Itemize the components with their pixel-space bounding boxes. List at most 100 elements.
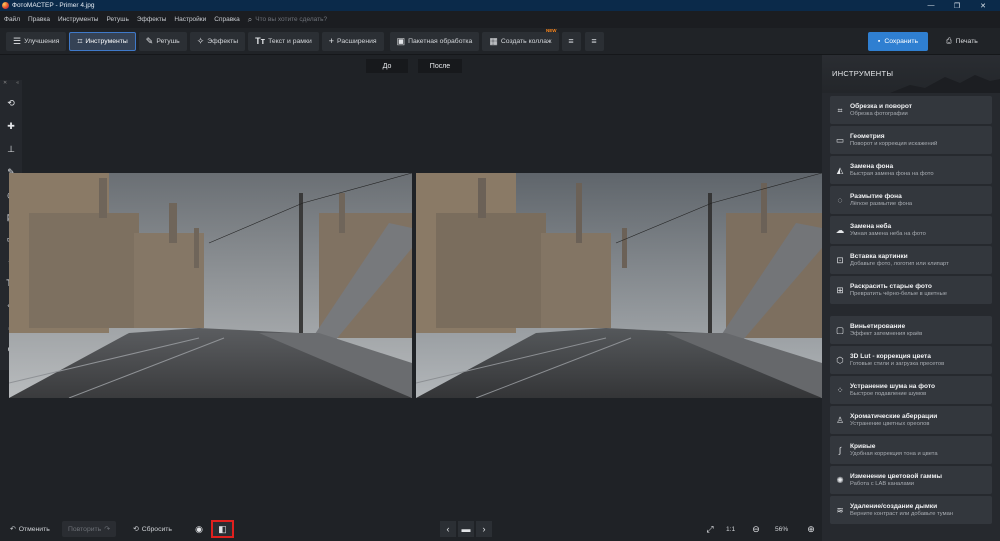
tab-tools[interactable]: ⌗ Инструменты <box>69 31 136 51</box>
text-icon: Tт <box>255 36 266 46</box>
tab-enhancements[interactable]: ☰ Улучшения <box>6 31 67 51</box>
tool-card-denoise[interactable]: ⁘ Устранение шума на фото Быстрое подавле… <box>830 376 992 404</box>
close-button[interactable]: ✕ <box>970 0 996 11</box>
chevron-left-icon: ‹ <box>446 524 450 534</box>
tab-label: Текст и рамки <box>268 37 312 45</box>
rotate-tool-icon[interactable]: ⟲ <box>2 94 20 112</box>
save-label: Сохранить <box>884 38 919 45</box>
fit-screen-button[interactable]: ⤢ <box>702 521 718 537</box>
history-remove-button[interactable]: ≡ <box>584 31 604 51</box>
tool-title: Размытие фона <box>850 193 902 200</box>
reset-label: Сбросить <box>141 525 172 533</box>
app-window: ФотоМАСТЕР - Primer 4.jpg — ❐ ✕ Файл Пра… <box>0 0 1000 541</box>
tool-title: Виньетирование <box>850 323 906 330</box>
crop-icon: ⌗ <box>837 104 843 115</box>
preview-eye-button[interactable]: ◉ <box>191 521 207 537</box>
tab-extensions[interactable]: + Расширения <box>321 31 384 51</box>
menu-help[interactable]: Справка <box>210 16 244 23</box>
lut-cube-icon: ⬡ <box>836 354 844 365</box>
tool-card-curves[interactable]: ∫ Кривые Удобная коррекция тона и цвета <box>830 436 992 464</box>
menu-retouch[interactable]: Ретушь <box>102 16 132 23</box>
tool-title: Раскрасить старые фото <box>850 283 932 290</box>
tool-desc: Готовые стили и загрузка пресетов <box>850 361 945 367</box>
print-button[interactable]: ⎙ Печать <box>934 32 990 51</box>
compare-split-icon: ◧ <box>218 523 227 534</box>
tool-desc: Поворот и коррекция искажений <box>850 141 938 147</box>
menu-effects[interactable]: Эффекты <box>133 16 171 23</box>
collapse-strip-icon[interactable]: « <box>16 80 19 90</box>
zoom-out-button[interactable]: ⊖ <box>748 521 764 537</box>
save-button[interactable]: ▪ Сохранить <box>868 32 928 51</box>
menu-file[interactable]: Файл <box>0 16 24 23</box>
search-input[interactable] <box>255 16 376 23</box>
menu-edit[interactable]: Правка <box>24 16 54 23</box>
printer-icon: ⎙ <box>946 37 952 45</box>
minimize-button[interactable]: — <box>918 0 944 11</box>
menu-bar: Файл Правка Инструменты Ретушь Эффекты Н… <box>0 11 1000 28</box>
tool-card-background-replace[interactable]: ◭ Замена фона Быстрая замена фона на фото <box>830 156 992 184</box>
chevron-right-icon: › <box>482 524 486 534</box>
tool-title: Геометрия <box>850 133 885 140</box>
undo-button[interactable]: ↶ Отменить <box>4 521 56 537</box>
tool-card-3d-lut[interactable]: ⬡ 3D Lut - коррекция цвета Готовые стили … <box>830 346 992 374</box>
redo-button[interactable]: Повторить ↷ <box>62 521 116 537</box>
tool-card-aberration[interactable]: ♙ Хроматические аберрации Устранение цвет… <box>830 406 992 434</box>
tools-panel-header: ИНСТРУМЕНТЫ <box>822 55 1000 93</box>
menu-settings[interactable]: Настройки <box>170 16 210 23</box>
create-collage-button[interactable]: ▦ Создать коллаж NEW <box>482 28 559 51</box>
zoom-in-button[interactable]: ⊕ <box>803 521 819 537</box>
compare-view-button[interactable]: ◧ <box>211 520 234 538</box>
tools-panel: ИНСТРУМЕНТЫ ⌗ Обрезка и поворот Обрезка ф… <box>822 55 1000 541</box>
crop-icon: ⌗ <box>77 35 83 46</box>
haze-icon: ≋ <box>836 504 844 515</box>
stamp-tool-icon[interactable]: ⊥ <box>2 140 20 158</box>
reset-icon: ⟲ <box>133 526 139 533</box>
tool-title: Устранение шума на фото <box>850 383 936 390</box>
palette-icon: ✺ <box>836 474 844 485</box>
next-image-button[interactable]: › <box>476 521 492 537</box>
close-strip-icon[interactable]: ✕ <box>3 80 7 90</box>
tab-text-frames[interactable]: Tт Текст и рамки <box>248 31 319 51</box>
window-controls: — ❐ ✕ <box>918 0 996 11</box>
tool-card-insert-image[interactable]: ⊡ Вставка картинки Добавьте фото, логотип… <box>830 246 992 274</box>
tool-card-geometry[interactable]: ▭ Геометрия Поворот и коррекция искажений <box>830 126 992 154</box>
redo-label: Повторить <box>68 525 102 533</box>
tab-label: Эффекты <box>207 37 239 45</box>
bandage-tool-icon[interactable]: ✚ <box>2 117 20 135</box>
reset-button[interactable]: ⟲ Сбросить <box>127 521 178 537</box>
prev-image-button[interactable]: ‹ <box>440 521 456 537</box>
after-label: После <box>418 59 462 73</box>
canvas-area: До После <box>9 55 822 517</box>
tab-effects[interactable]: ✧ Эффекты <box>189 31 246 51</box>
redo-icon: ↷ <box>104 526 110 533</box>
tool-desc: Верните контраст или добавьте туман <box>850 511 953 517</box>
tool-card-sky[interactable]: ☁ Замена неба Умная замена неба на фото <box>830 216 992 244</box>
brush-icon: ✎ <box>145 35 154 46</box>
after-image[interactable] <box>416 173 822 398</box>
tool-card-colorize[interactable]: ⊞ Раскрасить старые фото Превратить чёрно… <box>830 276 992 304</box>
before-image[interactable] <box>9 173 412 398</box>
tool-card-crop[interactable]: ⌗ Обрезка и поворот Обрезка фотографии <box>830 96 992 124</box>
open-folder-button[interactable]: ▬ <box>458 521 474 537</box>
folder-icon: ▬ <box>461 524 471 534</box>
zoom-1-1-button[interactable]: 1:1 <box>726 521 735 537</box>
batch-icon: ▣ <box>396 35 406 46</box>
batch-processing-button[interactable]: ▣ Пакетная обработка <box>389 31 480 51</box>
tool-card-vignette[interactable]: ▢ Виньетирование Эффект затемнения краёв <box>830 316 992 344</box>
tool-card-haze[interactable]: ≋ Удаление/создание дымки Верните контрас… <box>830 496 992 524</box>
tab-label: Улучшения <box>24 37 60 45</box>
maximize-button[interactable]: ❐ <box>944 0 970 11</box>
list-remove-icon: ≡ <box>591 36 597 46</box>
tab-retouch[interactable]: ✎ Ретушь <box>138 31 187 51</box>
denoise-icon: ⁘ <box>836 384 844 395</box>
tab-label: Ретушь <box>156 37 180 45</box>
fit-screen-icon: ⤢ <box>706 523 714 534</box>
tool-desc: Устранение цветных ореолов <box>850 421 930 427</box>
history-add-button[interactable]: ≡ <box>561 31 581 51</box>
tab-label: Расширения <box>337 37 377 45</box>
menu-tools[interactable]: Инструменты <box>54 16 103 23</box>
tool-card-blur[interactable]: ◌ Размытие фона Лёгкое размытие фона <box>830 186 992 214</box>
tool-title: Замена фона <box>850 163 894 170</box>
tool-card-color-gamut[interactable]: ✺ Изменение цветовой гаммы Работа с LAB к… <box>830 466 992 494</box>
tool-title: Вставка картинки <box>850 253 908 260</box>
